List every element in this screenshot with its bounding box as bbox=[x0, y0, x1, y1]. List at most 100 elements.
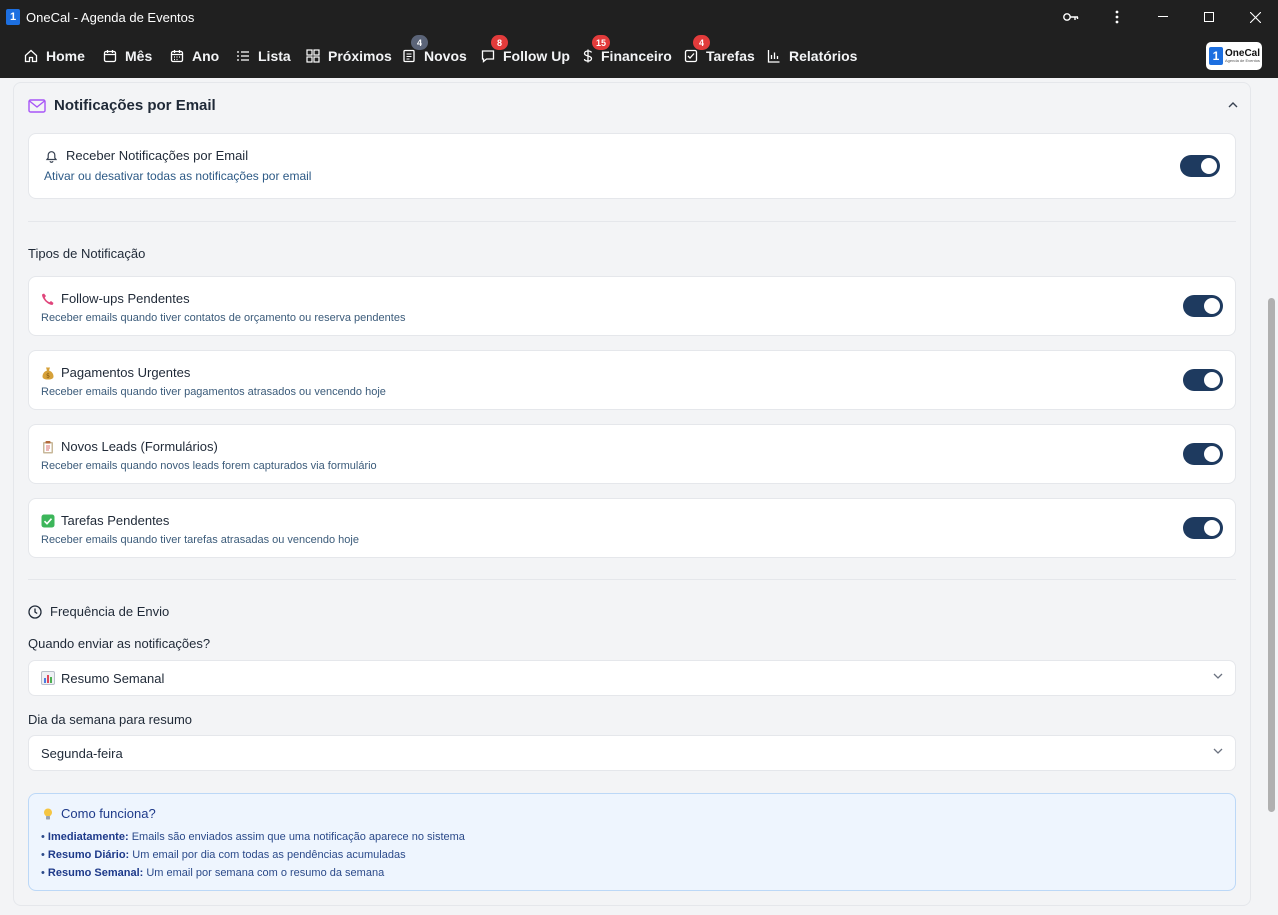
info-term: Imediatamente: bbox=[47, 831, 129, 843]
type-card-tarefas: Tarefas Pendentes Receber emails quando … bbox=[28, 498, 1236, 558]
nav-proximos-label: Próximos bbox=[328, 48, 392, 64]
nav-lista[interactable]: Lista bbox=[236, 34, 291, 78]
calendar-icon bbox=[103, 50, 117, 63]
nav-relatorios[interactable]: Relatórios bbox=[767, 34, 857, 78]
more-options-icon[interactable] bbox=[1094, 0, 1140, 34]
follow-ups-toggle[interactable] bbox=[1183, 295, 1223, 317]
nav-relatorios-label: Relatórios bbox=[789, 48, 858, 64]
nav-financeiro-label: Financeiro bbox=[601, 48, 672, 64]
nav-mes-label: Mês bbox=[125, 48, 153, 64]
when-label: Quando enviar as notificações? bbox=[28, 636, 211, 651]
pagamentos-title: Pagamentos Urgentes bbox=[61, 365, 191, 380]
follow-ups-description: Receber emails quando tiver contatos de … bbox=[41, 312, 406, 324]
day-select-value: Segunda-feira bbox=[41, 745, 123, 761]
calendar-grid-icon bbox=[170, 50, 184, 63]
logo-mark: 1 bbox=[1209, 47, 1223, 65]
chevron-down-icon bbox=[1213, 673, 1223, 679]
nav-home[interactable]: Home bbox=[24, 34, 85, 78]
scrollbar-thumb[interactable] bbox=[1268, 298, 1275, 812]
pagamentos-description: Receber emails quando tiver pagamentos a… bbox=[41, 386, 386, 398]
mail-icon bbox=[28, 98, 46, 113]
nav-ano[interactable]: Ano bbox=[170, 34, 219, 78]
chevron-up-icon[interactable] bbox=[1228, 101, 1238, 108]
novos-leads-toggle[interactable] bbox=[1183, 443, 1223, 465]
window-title: OneCal - Agenda de Eventos bbox=[26, 9, 195, 25]
nav-novos[interactable]: Novos 4 bbox=[402, 34, 467, 78]
bell-icon bbox=[45, 150, 58, 163]
info-text: Um email por semana com o resumo da sema… bbox=[146, 867, 385, 879]
main-nav: Home Mês Ano Lista Próximos Novos 4 Foll… bbox=[0, 34, 1278, 78]
info-line: • Imediatamente: Emails são enviados ass… bbox=[41, 831, 465, 843]
lightbulb-icon bbox=[41, 807, 55, 821]
section-title: Notificações por Email bbox=[54, 97, 216, 114]
types-heading: Tipos de Notificação bbox=[28, 246, 146, 261]
info-line: • Resumo Semanal: Um email por semana co… bbox=[41, 867, 385, 879]
info-text: Um email por dia com todas as pendências… bbox=[132, 849, 406, 861]
email-notifications-panel: Notificações por Email Receber Notificaç… bbox=[13, 82, 1251, 906]
onecal-logo: 1 OneCal Agenda de Eventos bbox=[1206, 42, 1262, 70]
document-icon bbox=[403, 49, 415, 63]
day-label: Dia da semana para resumo bbox=[28, 712, 193, 727]
when-select[interactable]: Resumo Semanal bbox=[28, 660, 1236, 696]
nav-follow-up-label: Follow Up bbox=[503, 48, 570, 64]
frequency-heading: Frequência de Envio bbox=[28, 604, 169, 619]
nav-novos-label: Novos bbox=[424, 48, 467, 64]
dollar-icon bbox=[583, 49, 593, 63]
how-it-works-title: Como funciona? bbox=[61, 806, 156, 821]
phone-icon bbox=[41, 292, 55, 306]
grid-icon bbox=[306, 49, 320, 63]
tarefas-badge: 4 bbox=[693, 35, 710, 50]
tarefas-title: Tarefas Pendentes bbox=[61, 513, 170, 528]
clipboard-icon bbox=[41, 440, 55, 454]
close-button[interactable] bbox=[1232, 0, 1278, 34]
chat-icon bbox=[481, 50, 495, 63]
novos-leads-description: Receber emails quando novos leads forem … bbox=[41, 460, 377, 472]
novos-leads-title: Novos Leads (Formulários) bbox=[61, 439, 218, 454]
nav-mes[interactable]: Mês bbox=[103, 34, 152, 78]
chevron-down-icon bbox=[1213, 748, 1223, 754]
master-toggle-card: Receber Notificações por Email Ativar ou… bbox=[28, 133, 1236, 199]
nav-home-label: Home bbox=[46, 48, 85, 64]
info-term: Resumo Semanal: bbox=[47, 867, 144, 879]
nav-financeiro[interactable]: Financeiro 15 bbox=[583, 34, 672, 78]
day-select[interactable]: Segunda-feira bbox=[28, 735, 1236, 771]
when-select-value: Resumo Semanal bbox=[61, 670, 165, 686]
list-icon bbox=[237, 51, 249, 61]
pagamentos-toggle[interactable] bbox=[1183, 369, 1223, 391]
bar-chart-icon bbox=[767, 50, 780, 63]
info-line: • Resumo Diário: Um email por dia com to… bbox=[41, 849, 406, 861]
svg-text:$: $ bbox=[46, 372, 50, 379]
check-mark-icon bbox=[41, 514, 55, 528]
key-icon[interactable] bbox=[1048, 0, 1094, 34]
app-icon: 1 bbox=[6, 9, 20, 25]
follow-up-badge: 8 bbox=[491, 35, 508, 50]
frequency-heading-text: Frequência de Envio bbox=[50, 604, 170, 619]
tarefas-description: Receber emails quando tiver tarefas atra… bbox=[41, 534, 359, 546]
nav-follow-up[interactable]: Follow Up 8 bbox=[481, 34, 570, 78]
type-card-novos-leads: Novos Leads (Formulários) Receber emails… bbox=[28, 424, 1236, 484]
tarefas-toggle[interactable] bbox=[1183, 517, 1223, 539]
info-text: Emails são enviados assim que uma notifi… bbox=[131, 831, 465, 843]
maximize-button[interactable] bbox=[1186, 0, 1232, 34]
financeiro-badge: 15 bbox=[592, 35, 611, 50]
novos-badge: 4 bbox=[411, 35, 428, 50]
money-bag-icon: $ bbox=[41, 366, 55, 380]
how-it-works-box: Como funciona? • Imediatamente: Emails s… bbox=[28, 793, 1236, 891]
master-email-toggle[interactable] bbox=[1180, 155, 1220, 177]
type-card-pagamentos: $ Pagamentos Urgentes Receber emails qua… bbox=[28, 350, 1236, 410]
divider bbox=[28, 579, 1236, 580]
type-card-follow-ups: Follow-ups Pendentes Receber emails quan… bbox=[28, 276, 1236, 336]
info-term: Resumo Diário: bbox=[47, 849, 130, 861]
nav-tarefas[interactable]: Tarefas 4 bbox=[684, 34, 755, 78]
clock-icon bbox=[28, 604, 42, 619]
title-bar: 1 OneCal - Agenda de Eventos bbox=[0, 0, 1278, 34]
nav-tarefas-label: Tarefas bbox=[706, 48, 755, 64]
nav-ano-label: Ano bbox=[192, 48, 220, 64]
nav-proximos[interactable]: Próximos bbox=[306, 34, 392, 78]
section-header[interactable]: Notificações por Email bbox=[28, 97, 216, 114]
master-toggle-description: Ativar ou desativar todas as notificaçõe… bbox=[44, 169, 312, 183]
minimize-button[interactable] bbox=[1140, 0, 1186, 34]
home-icon bbox=[24, 49, 38, 63]
nav-lista-label: Lista bbox=[258, 48, 291, 64]
follow-ups-title: Follow-ups Pendentes bbox=[61, 291, 190, 306]
